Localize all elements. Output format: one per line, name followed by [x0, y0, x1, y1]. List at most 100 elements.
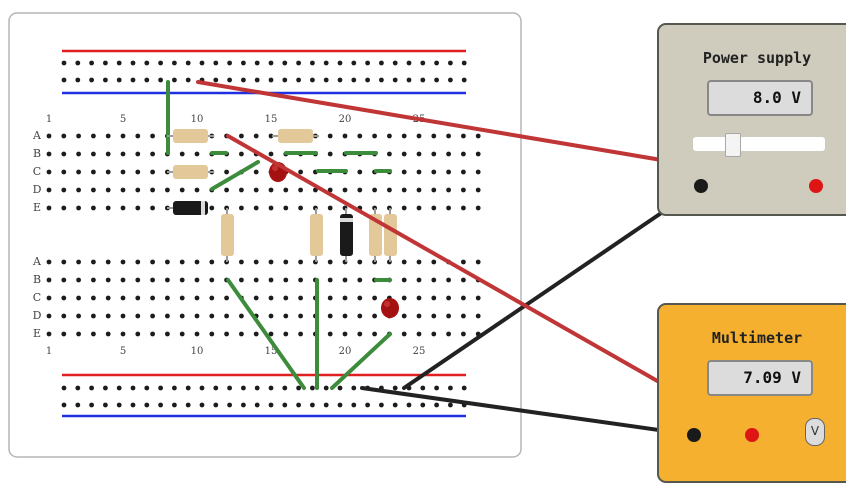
- breadboard-hole[interactable]: [372, 133, 377, 139]
- rail-hole[interactable]: [296, 60, 301, 66]
- rail-hole[interactable]: [61, 385, 67, 391]
- rail-hole[interactable]: [103, 385, 108, 391]
- breadboard-hole[interactable]: [61, 151, 67, 157]
- rail-hole[interactable]: [158, 77, 164, 83]
- rail-hole[interactable]: [351, 60, 357, 66]
- rail-hole[interactable]: [434, 385, 439, 391]
- breadboard-hole[interactable]: [209, 295, 215, 301]
- breadboard-hole[interactable]: [327, 295, 333, 301]
- breadboard-hole[interactable]: [342, 331, 348, 337]
- breadboard-hole[interactable]: [342, 295, 348, 301]
- breadboard-hole[interactable]: [416, 331, 422, 337]
- rail-hole[interactable]: [268, 385, 274, 391]
- breadboard-hole[interactable]: [135, 277, 141, 283]
- breadboard-hole[interactable]: [120, 205, 126, 211]
- breadboard-hole[interactable]: [135, 295, 141, 301]
- breadboard-hole[interactable]: [105, 205, 111, 211]
- rail-hole[interactable]: [103, 60, 108, 66]
- breadboard-hole[interactable]: [209, 313, 215, 319]
- breadboard-hole[interactable]: [46, 187, 52, 193]
- breadboard-hole[interactable]: [105, 313, 111, 319]
- rail-hole[interactable]: [379, 60, 384, 66]
- breadboard-hole[interactable]: [46, 205, 52, 211]
- breadboard-hole[interactable]: [76, 277, 81, 283]
- breadboard-hole[interactable]: [401, 169, 407, 175]
- breadboard-hole[interactable]: [209, 331, 215, 337]
- breadboard-hole[interactable]: [298, 277, 303, 283]
- breadboard-hole[interactable]: [224, 313, 230, 319]
- rail-hole[interactable]: [144, 402, 150, 408]
- breadboard-hole[interactable]: [401, 277, 407, 283]
- rail-hole[interactable]: [282, 60, 288, 66]
- breadboard-hole[interactable]: [268, 295, 274, 301]
- breadboard-hole[interactable]: [461, 313, 466, 319]
- breadboard-hole[interactable]: [239, 187, 244, 193]
- rail-hole[interactable]: [310, 60, 315, 66]
- rail-hole[interactable]: [185, 402, 191, 408]
- breadboard-hole[interactable]: [194, 313, 200, 319]
- rail-hole[interactable]: [420, 77, 426, 83]
- breadboard-hole[interactable]: [461, 331, 466, 337]
- breadboard-hole[interactable]: [105, 169, 111, 175]
- rail-hole[interactable]: [365, 60, 370, 66]
- breadboard-hole[interactable]: [446, 151, 451, 157]
- breadboard-hole[interactable]: [446, 133, 451, 139]
- breadboard-hole[interactable]: [283, 277, 289, 283]
- breadboard-hole[interactable]: [357, 295, 363, 301]
- breadboard-hole[interactable]: [209, 259, 215, 265]
- rail-hole[interactable]: [351, 385, 357, 391]
- rail-hole[interactable]: [268, 77, 274, 83]
- breadboard-hole[interactable]: [268, 259, 274, 265]
- breadboard-hole[interactable]: [76, 187, 81, 193]
- rail-hole[interactable]: [227, 402, 233, 408]
- breadboard-hole[interactable]: [150, 169, 156, 175]
- breadboard-hole[interactable]: [431, 295, 437, 301]
- breadboard-hole[interactable]: [431, 313, 437, 319]
- breadboard-hole[interactable]: [61, 133, 67, 139]
- breadboard-hole[interactable]: [239, 259, 244, 265]
- breadboard-hole[interactable]: [283, 313, 289, 319]
- breadboard-hole[interactable]: [61, 169, 67, 175]
- breadboard-hole[interactable]: [91, 151, 96, 157]
- breadboard-hole[interactable]: [475, 151, 481, 157]
- rail-hole[interactable]: [199, 385, 205, 391]
- breadboard-hole[interactable]: [135, 151, 141, 157]
- breadboard-hole[interactable]: [61, 295, 67, 301]
- breadboard-hole[interactable]: [179, 295, 185, 301]
- rail-hole[interactable]: [392, 60, 398, 66]
- rail-hole[interactable]: [227, 60, 233, 66]
- breadboard-hole[interactable]: [135, 331, 141, 337]
- breadboard-hole[interactable]: [150, 277, 156, 283]
- breadboard-hole[interactable]: [253, 259, 259, 265]
- breadboard-hole[interactable]: [475, 259, 481, 265]
- rail-hole[interactable]: [241, 385, 246, 391]
- breadboard-hole[interactable]: [253, 187, 259, 193]
- breadboard-hole[interactable]: [446, 169, 451, 175]
- breadboard-hole[interactable]: [120, 169, 126, 175]
- breadboard-hole[interactable]: [179, 313, 185, 319]
- rail-hole[interactable]: [130, 385, 136, 391]
- breadboard-hole[interactable]: [461, 277, 466, 283]
- breadboard-hole[interactable]: [179, 277, 185, 283]
- breadboard-hole[interactable]: [342, 133, 348, 139]
- breadboard-hole[interactable]: [46, 313, 52, 319]
- rail-hole[interactable]: [75, 77, 81, 83]
- resistor[interactable]: [221, 214, 234, 256]
- breadboard-hole[interactable]: [224, 169, 230, 175]
- breadboard-hole[interactable]: [224, 187, 230, 193]
- breadboard-hole[interactable]: [239, 331, 244, 337]
- rail-hole[interactable]: [172, 385, 177, 391]
- breadboard-hole[interactable]: [105, 187, 111, 193]
- rail-hole[interactable]: [420, 385, 426, 391]
- breadboard-hole[interactable]: [298, 313, 303, 319]
- breadboard-hole[interactable]: [401, 295, 407, 301]
- breadboard-hole[interactable]: [416, 187, 422, 193]
- breadboard-hole[interactable]: [357, 187, 363, 193]
- breadboard-hole[interactable]: [120, 331, 126, 337]
- breadboard-hole[interactable]: [342, 187, 348, 193]
- breadboard-hole[interactable]: [461, 133, 466, 139]
- rail-hole[interactable]: [116, 385, 122, 391]
- rail-hole[interactable]: [337, 402, 343, 408]
- breadboard-hole[interactable]: [446, 277, 451, 283]
- breadboard-hole[interactable]: [61, 331, 67, 337]
